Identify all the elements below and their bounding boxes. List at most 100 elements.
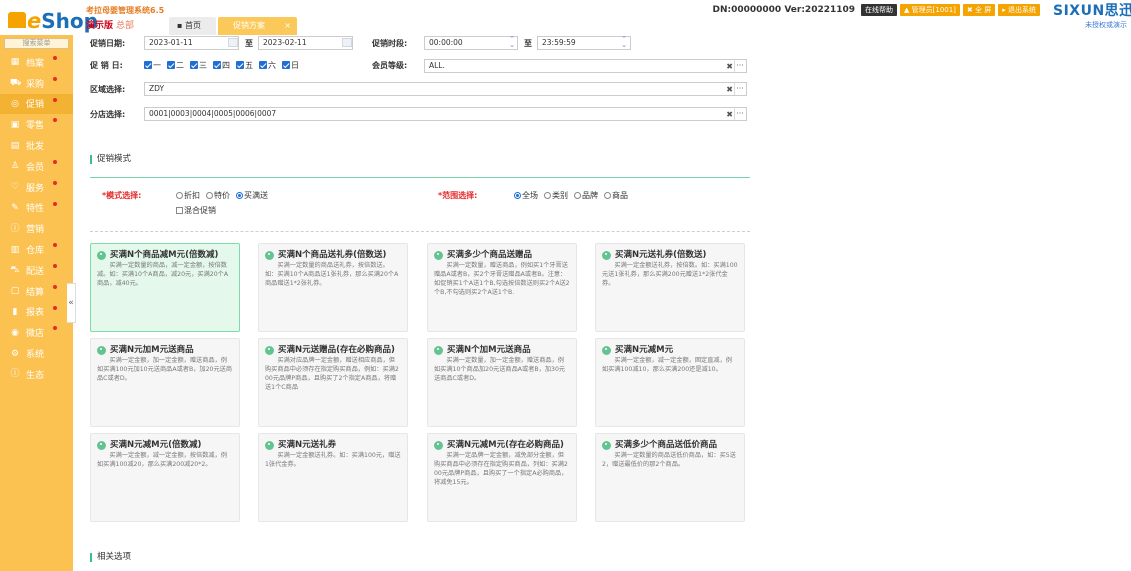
gear-icon xyxy=(265,440,274,450)
checkbox-checked-icon xyxy=(144,61,152,69)
promotion-card-title-text: 买满多少个商品送低价商品 xyxy=(615,440,718,450)
notification-dot xyxy=(53,284,57,289)
promotion-card-title-text: 买满N个加M元送商品 xyxy=(447,345,531,355)
tab-home[interactable]: ▪ 首页 xyxy=(169,17,216,35)
related-options-section-title: 相关选项 xyxy=(90,553,131,562)
sidebar-item-13[interactable]: ▮ 报表 xyxy=(0,302,73,323)
sidebar-item-3[interactable]: ◎ 促销 xyxy=(0,93,73,115)
sidebar-item-4[interactable]: ▣ 零售 xyxy=(0,114,73,135)
more-icon[interactable]: ··· xyxy=(734,83,745,95)
weekday-checkbox[interactable]: 六 xyxy=(259,61,276,70)
sidebar-item-11[interactable]: ⛍ 配送 xyxy=(0,260,73,281)
clear-icon[interactable]: ✖ xyxy=(726,109,733,121)
branch-label: 分店选择: xyxy=(90,110,126,119)
exit-button[interactable]: ▸ 退出系统 xyxy=(998,4,1040,16)
mode-radio[interactable]: 特价 xyxy=(206,191,230,200)
scope-radio[interactable]: 品牌 xyxy=(574,191,598,200)
date-from-input[interactable]: 2023-01-11 xyxy=(144,36,239,50)
radio-icon xyxy=(574,192,581,199)
admin-button[interactable]: ▲ 管理员[1001] xyxy=(900,4,960,16)
time-spinner-icon[interactable]: ⌃ ⌄ xyxy=(508,36,516,49)
promotion-card[interactable]: 买满多少个商品送赠品 买满一定数量，赠送商品，例如买1个牙膏送赠品A或者B，买2个… xyxy=(427,243,577,332)
time-to-input[interactable]: 23:59:59 xyxy=(537,36,631,50)
sidebar-item-2[interactable]: ⛟ 采购 xyxy=(0,73,73,94)
scope-radio[interactable]: 全场 xyxy=(514,191,538,200)
tab-promotion-plan[interactable]: 促销方案 × xyxy=(218,17,297,35)
gear-icon xyxy=(265,345,274,355)
clear-icon[interactable]: ✖ xyxy=(726,84,733,96)
region-input[interactable]: ZDY ✖ ··· xyxy=(144,82,747,96)
promotion-card[interactable]: 买满N元送礼券买满一定金额送礼券。如：买满100元，赠送1张代金券。 xyxy=(258,433,408,522)
tab-bar: ▪ 首页 促销方案 × xyxy=(169,17,299,35)
ecology-icon: ⓘ xyxy=(10,369,20,380)
mixed-promotion-label: 混合促销 xyxy=(184,206,216,215)
calendar-icon[interactable] xyxy=(342,38,352,47)
member-level-input[interactable]: ALL. ✖ ··· xyxy=(424,59,747,73)
sidebar-item-12[interactable]: ▢ 结算 xyxy=(0,281,73,302)
branch-input[interactable]: 0001|0003|0004|0005|0006|0007 ✖ ··· xyxy=(144,107,747,121)
clear-icon[interactable]: ✖ xyxy=(726,61,733,73)
promotion-card-title: 买满N元送礼券 xyxy=(265,440,401,450)
weekday-label: 一 xyxy=(153,61,161,70)
mixed-promotion-checkbox[interactable]: 混合促销 xyxy=(176,205,216,216)
promotion-card-description: 买满一定数量的商品送礼券，按倍数送。如：买满10个A商品送1张礼券，那么买满20… xyxy=(265,262,399,287)
radio-icon xyxy=(544,192,551,199)
sidebar-item-14[interactable]: ◉ 微店 xyxy=(0,322,73,343)
sidebar-item-1[interactable]: ▦ 档案 xyxy=(0,52,73,73)
checkbox-icon xyxy=(176,207,183,214)
promotion-card[interactable]: 买满多少个商品送低价商品 买满一定数量的商品送低价商品，如：买5送2，赠送最低价的… xyxy=(595,433,745,522)
sidebar-item-15[interactable]: ⚙ 系统 xyxy=(0,343,73,364)
sidebar-collapse-toggle[interactable]: « xyxy=(67,283,76,323)
scope-radio[interactable]: 商品 xyxy=(604,191,628,200)
weekday-checkbox[interactable]: 一 xyxy=(144,61,161,70)
time-from-input[interactable]: 00:00:00 xyxy=(424,36,518,50)
promotion-card[interactable]: 买满N元送礼券(倍数送) 买满一定金额送礼券，按倍数。如：买满100元送1张礼券，… xyxy=(595,243,745,332)
mode-select-label-text: *模式选择: xyxy=(102,191,142,200)
sixun-brand: SIXUN思迅 xyxy=(1053,3,1131,19)
online-help-button[interactable]: 在线帮助 xyxy=(861,4,898,16)
promotion-card-description: 买满一定金额，加一定金额，赠送商品，例如买满100元加10元送商品A或者B，加2… xyxy=(97,357,233,382)
weekday-checkboxes: 一二三四五六日 xyxy=(144,60,305,71)
checkbox-checked-icon xyxy=(213,61,221,69)
notification-dot xyxy=(53,326,57,331)
promotion-card[interactable]: 买满N个商品减M元(倍数减) 买满一定数量的商品，减一定金额，按倍数减。如：买满1… xyxy=(90,243,240,332)
promotion-card[interactable]: 买满N元减M元 买满一定金额，减一定金额，固定直减，例如买满100减10，那么买满… xyxy=(595,338,745,427)
promotion-card[interactable]: 买满N元送赠品(存在必购商品) 买满对应品牌一定金额，赠送相应商品，但购买商品中必… xyxy=(258,338,408,427)
more-icon[interactable]: ··· xyxy=(734,108,745,120)
sidebar-item-16[interactable]: ⓘ 生态 xyxy=(0,364,73,385)
calendar-icon[interactable] xyxy=(228,38,238,47)
sidebar-item-9[interactable]: ⓘ 营销 xyxy=(0,218,73,239)
mode-radio[interactable]: 买满送 xyxy=(236,191,268,200)
tab-close-icon[interactable]: × xyxy=(284,17,291,35)
weekday-checkbox[interactable]: 二 xyxy=(167,61,184,70)
sidebar-item-6[interactable]: ♙ 会员 xyxy=(0,156,73,177)
sidebar-item-8[interactable]: ✎ 特性 xyxy=(0,198,73,219)
mode-radio[interactable]: 折扣 xyxy=(176,191,200,200)
promotion-card[interactable]: 买满N元加M元送商品 买满一定金额，加一定金额，赠送商品，例如买满100元加10元… xyxy=(90,338,240,427)
sidebar: 搜索菜单 ▦ 档案 ⛟ 采购 ◎ 促销 ▣ 零售 ▤ 批发 ♙ 会员 ♡ 服务 ✎ 特性 ⓘ 营销 ▥ 仓库 ⛍ 配送 ▢ 结… xyxy=(0,35,73,571)
promotion-card-description: 买满一定金额送礼券。如：买满100元，赠送1张代金券。 xyxy=(265,452,401,468)
scope-radio[interactable]: 类别 xyxy=(544,191,568,200)
fullscreen-button[interactable]: ✖ 全 屏 xyxy=(962,4,996,16)
promotion-card[interactable]: 买满N元减M元(倍数减) 买满一定金额，减一定金额，按倍数减，例如买满100减20… xyxy=(90,433,240,522)
weekday-checkbox[interactable]: 三 xyxy=(190,61,207,70)
sidebar-item-10[interactable]: ▥ 仓库 xyxy=(0,239,73,260)
time-spinner-icon[interactable]: ⌃ ⌄ xyxy=(620,36,628,49)
promotion-card[interactable]: 买满N个商品送礼券(倍数送) 买满一定数量的商品送礼券，按倍数送。如：买满10个A… xyxy=(258,243,408,332)
gear-icon xyxy=(97,345,106,355)
scope-radio-label: 全场 xyxy=(522,191,538,200)
menu-search-input[interactable]: 搜索菜单 xyxy=(4,38,69,49)
date-to-input[interactable]: 2023-02-11 xyxy=(258,36,353,50)
fullscreen-label: 全 屏 xyxy=(975,6,992,14)
notification-dot xyxy=(53,180,57,185)
promotion-card[interactable]: 买满N个加M元送商品 买满一定数量，加一定金额，赠送商品，例如买满10个商品加20… xyxy=(427,338,577,427)
weekday-checkbox[interactable]: 四 xyxy=(213,61,230,70)
more-icon[interactable]: ··· xyxy=(734,60,745,72)
promotion-mode-section-title: 促销模式 xyxy=(90,155,131,164)
notification-dot xyxy=(53,56,57,60)
promotion-card[interactable]: 买满N元减M元(存在必购商品) 买满一定品牌一定金额，减免部分金额，但购买商品中必… xyxy=(427,433,577,522)
sidebar-item-7[interactable]: ♡ 服务 xyxy=(0,177,73,198)
weekday-checkbox[interactable]: 五 xyxy=(236,61,253,70)
sidebar-item-5[interactable]: ▤ 批发 xyxy=(0,135,73,156)
weekday-checkbox[interactable]: 日 xyxy=(282,61,299,70)
